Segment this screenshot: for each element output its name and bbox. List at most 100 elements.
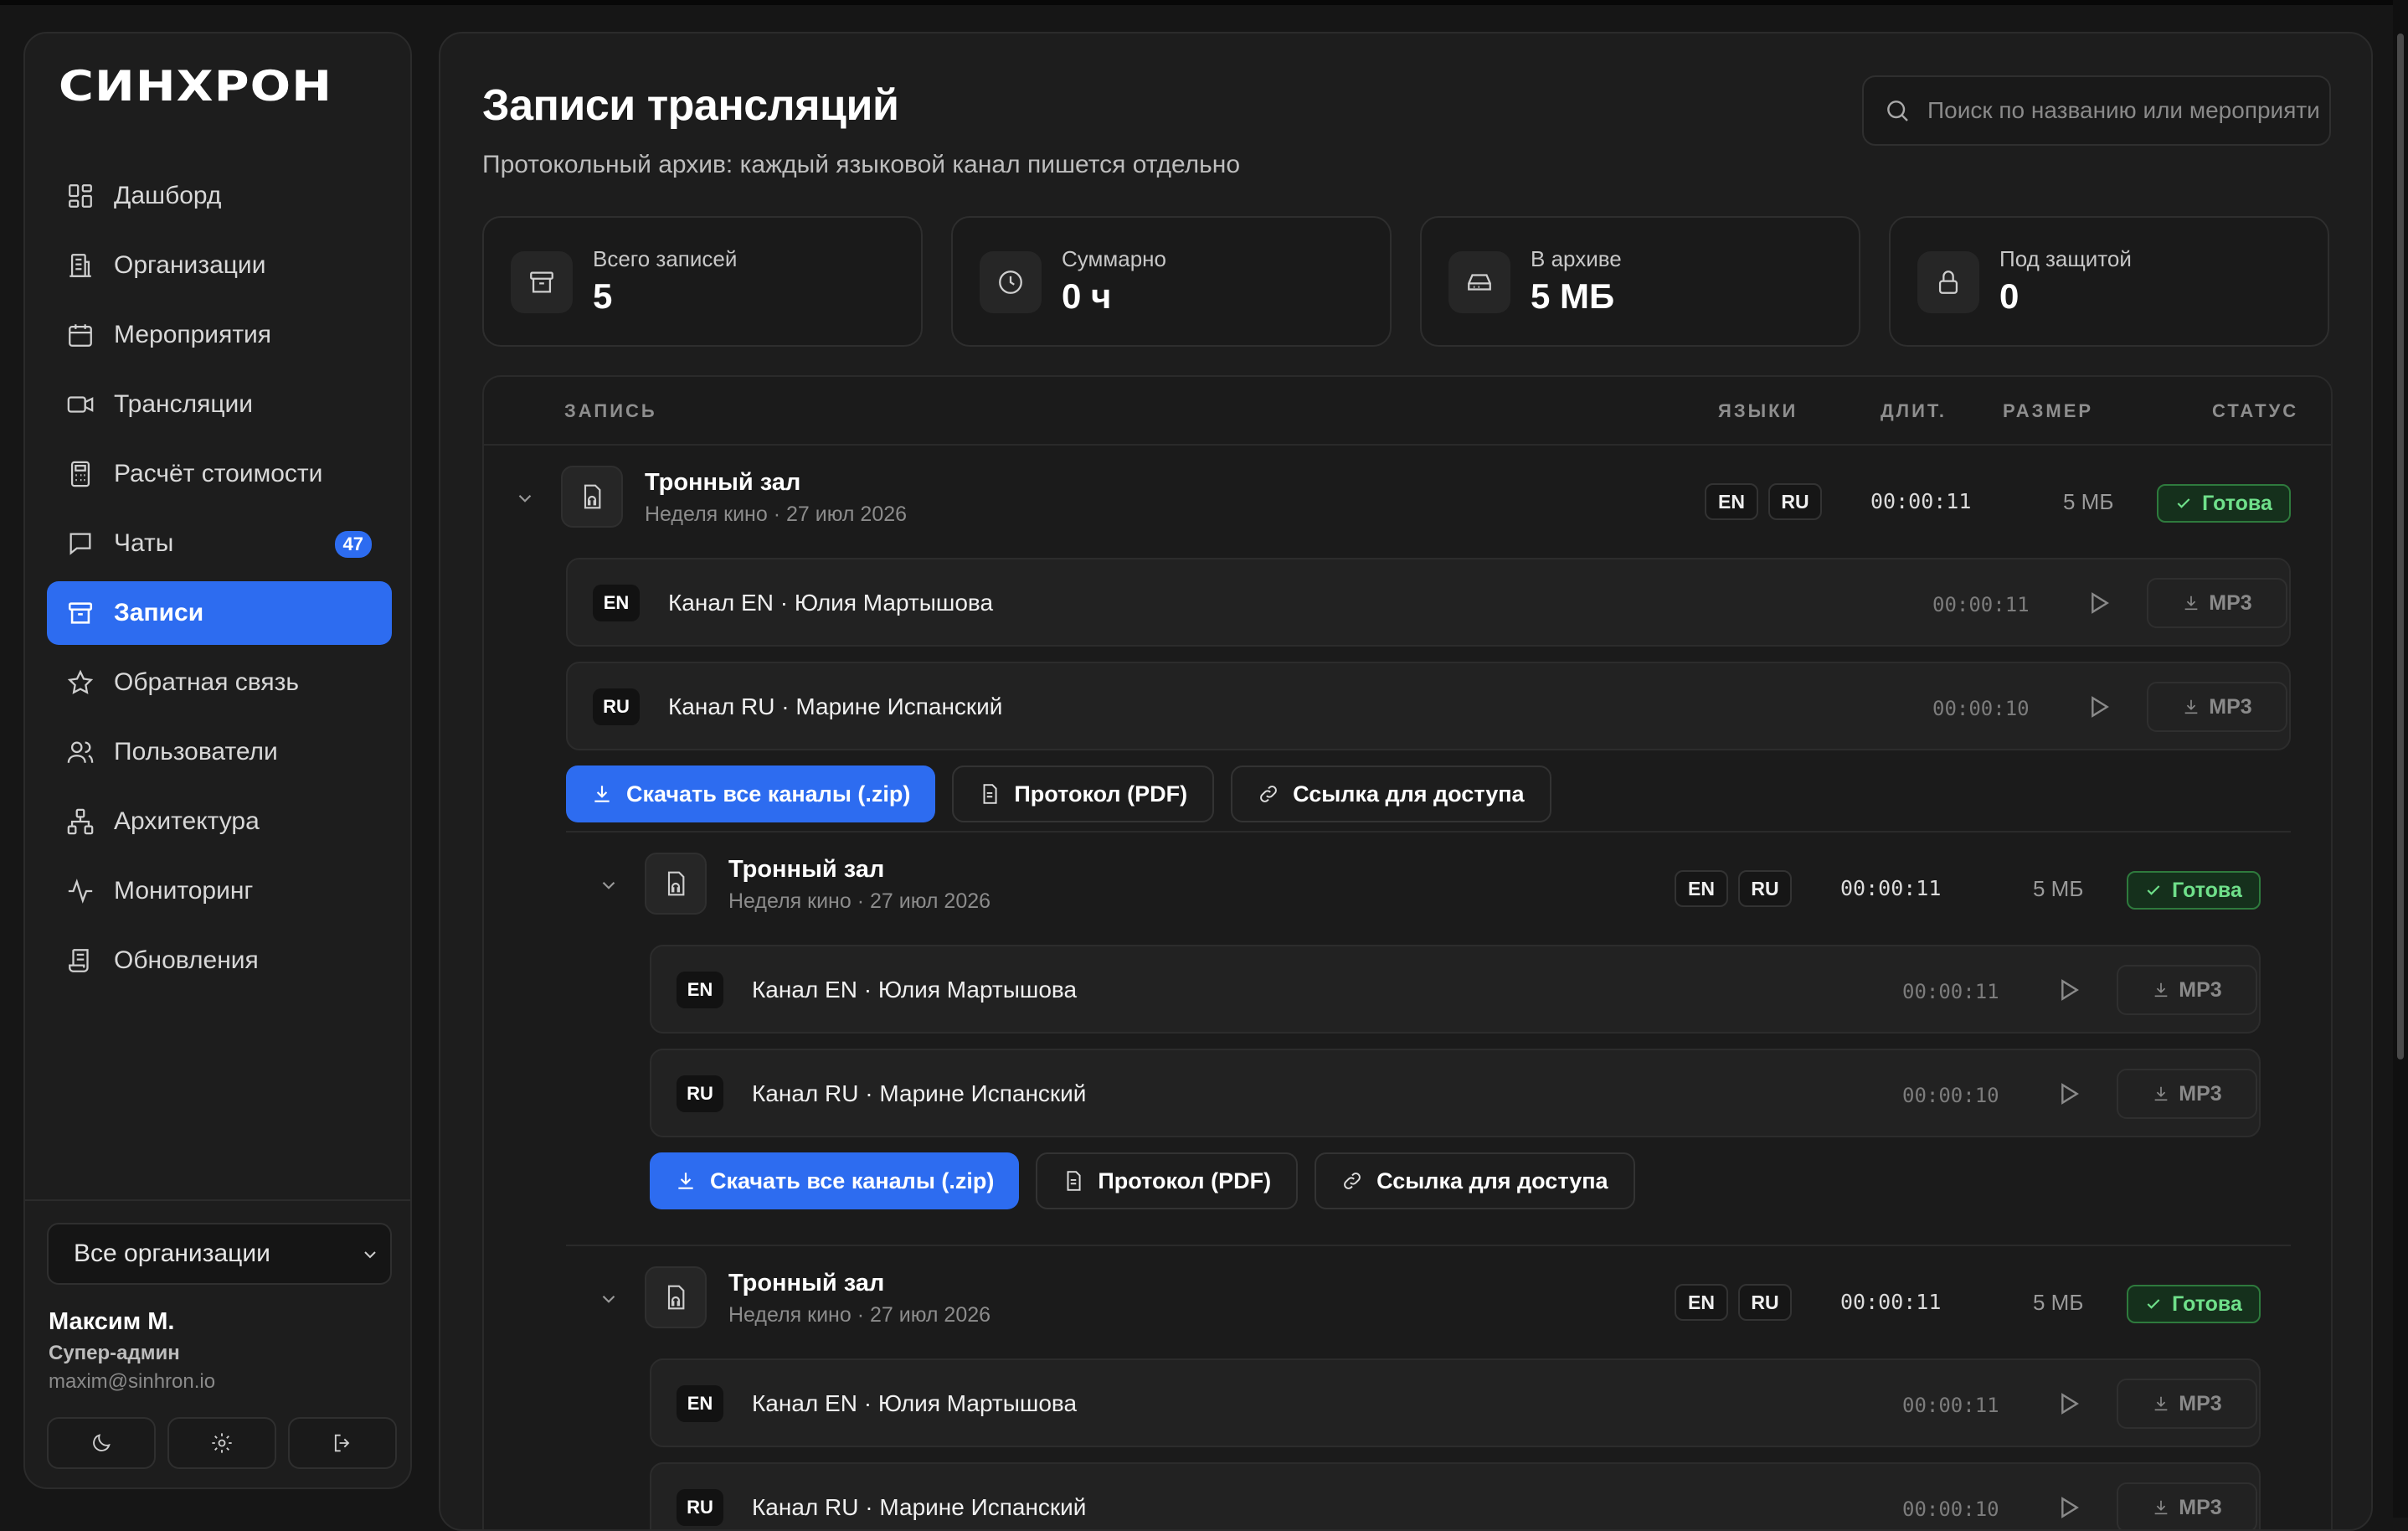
calendar-icon [65, 320, 95, 350]
theme-toggle-button[interactable] [47, 1417, 156, 1469]
sidebar-item-organizations[interactable]: Организации [47, 234, 392, 297]
audio-file-icon [561, 466, 623, 528]
language-badge: RU [1738, 870, 1792, 907]
download-mp3-button[interactable]: MP3 [2117, 965, 2257, 1015]
protocol-pdf-button[interactable]: Протокол (PDF) [1036, 1152, 1299, 1209]
chevron-down-icon [364, 1251, 376, 1259]
status-badge: Готова [2127, 1285, 2261, 1323]
sidebar-item-events[interactable]: Мероприятия [47, 303, 392, 367]
sidebar-item-chats[interactable]: Чаты 47 [47, 512, 392, 575]
sidebar-item-updates[interactable]: Обновления [47, 929, 392, 992]
record-duration: 00:00:11 [1870, 489, 1972, 513]
record-size: 5 МБ [2033, 1290, 2084, 1315]
table-header: ЗАПИСЬ ЯЗЫКИ ДЛИТ. РАЗМЕР СТАТУС [484, 377, 2331, 446]
channel-row: RU Канал RU · Марине Испанский 00:00:10 … [566, 662, 2291, 750]
sidebar-item-label: Мероприятия [114, 321, 272, 348]
download-icon [2184, 699, 2198, 714]
download-all-button[interactable]: Скачать все каналы (.zip) [566, 766, 936, 822]
channel-duration: 00:00:10 [1932, 697, 2030, 720]
play-icon[interactable] [2085, 590, 2112, 616]
vertical-scrollbar[interactable] [2393, 0, 2408, 1518]
sidebar-divider [25, 1199, 410, 1201]
play-icon[interactable] [2055, 1080, 2081, 1107]
video-icon [65, 389, 95, 420]
user-name: Максим М. [49, 1308, 175, 1335]
download-mp3-button[interactable]: MP3 [2147, 578, 2287, 628]
record-header[interactable]: Тронный зал Неделя кино · 27 июл 2026 EN… [514, 456, 2291, 539]
sidebar-actions [47, 1417, 397, 1469]
logout-button[interactable] [288, 1417, 397, 1469]
channel-name: Канал EN · Юлия Мартышова [752, 977, 1078, 1003]
sidebar: СИНХРОН Дашборд Организации Мероприятия … [23, 32, 412, 1489]
download-all-button[interactable]: Скачать все каналы (.zip) [650, 1152, 1020, 1209]
stat-label: В архиве [1531, 246, 1622, 271]
record-title: Тронный зал [728, 1270, 885, 1296]
record-row: Тронный зал Неделя кино · 27 июл 2026 EN… [598, 1256, 2261, 1529]
play-icon[interactable] [2055, 1494, 2081, 1521]
pulse-icon [65, 876, 95, 906]
search-box[interactable] [1862, 75, 2331, 146]
search-input[interactable] [1927, 97, 2321, 124]
sidebar-item-label: Мониторинг [114, 877, 254, 905]
sidebar-item-label: Дашборд [114, 182, 222, 209]
sidebar-item-architecture[interactable]: Архитектура [47, 790, 392, 853]
record-divider [566, 1245, 2291, 1246]
download-icon [678, 1173, 693, 1189]
share-link-button[interactable]: Ссылка для доступа [1315, 1152, 1635, 1209]
chevron-down-icon[interactable] [598, 874, 620, 896]
record-header[interactable]: Тронный зал Неделя кино · 27 июл 2026 EN… [598, 1256, 2261, 1340]
sidebar-item-broadcasts[interactable]: Трансляции [47, 373, 392, 436]
sidebar-item-dashboard[interactable]: Дашборд [47, 164, 392, 228]
record-title: Тронный зал [645, 469, 801, 496]
language-badge: EN [1675, 1284, 1728, 1321]
sidebar-item-label: Расчёт стоимости [114, 460, 323, 487]
chevron-down-icon[interactable] [598, 1288, 620, 1310]
sidebar-item-recordings[interactable]: Записи [47, 581, 392, 645]
column-size: РАЗМЕР [2003, 400, 2094, 421]
play-icon[interactable] [2055, 1390, 2081, 1417]
clock-icon [980, 251, 1042, 313]
sidebar-item-monitoring[interactable]: Мониторинг [47, 859, 392, 923]
sidebar-item-label: Трансляции [114, 390, 254, 418]
channel-row: EN Канал EN · Юлия Мартышова 00:00:11 MP… [566, 558, 2291, 647]
protocol-pdf-button[interactable]: Протокол (PDF) [952, 766, 1215, 822]
stat-label: Суммарно [1062, 246, 1166, 271]
sidebar-item-cost-calculator[interactable]: Расчёт стоимости [47, 442, 392, 506]
main-panel: Записи трансляций Протокольный архив: ка… [439, 32, 2373, 1531]
sidebar-nav: Дашборд Организации Мероприятия Трансляц… [47, 164, 392, 998]
app-logo: СИНХРОН [59, 62, 333, 111]
settings-button[interactable] [167, 1417, 276, 1469]
download-mp3-button[interactable]: MP3 [2117, 1482, 2257, 1529]
channel-row: EN Канал EN · Юлия Мартышова 00:00:11 MP… [650, 945, 2261, 1034]
download-icon [2154, 982, 2168, 997]
window-top-edge [0, 0, 2408, 5]
stat-label: Под защитой [1999, 246, 2132, 271]
organization-select[interactable]: Все организации [47, 1223, 392, 1285]
download-mp3-button[interactable]: MP3 [2117, 1379, 2257, 1429]
stat-card-protected: Под защитой 0 [1889, 216, 2329, 347]
channel-language-tag: RU [677, 1489, 723, 1526]
record-duration: 00:00:11 [1840, 876, 1942, 900]
record-header[interactable]: Тронный зал Неделя кино · 27 июл 2026 EN… [598, 843, 2261, 926]
sidebar-item-users[interactable]: Пользователи [47, 720, 392, 784]
share-link-button[interactable]: Ссылка для доступа [1231, 766, 1551, 822]
language-badge: EN [1705, 483, 1758, 520]
user-role: Супер-админ [49, 1342, 180, 1364]
scrollbar-thumb[interactable] [2397, 34, 2404, 1059]
sidebar-item-feedback[interactable]: Обратная связь [47, 651, 392, 714]
stat-value: 5 [593, 276, 613, 316]
download-mp3-button[interactable]: MP3 [2147, 682, 2287, 732]
chevron-down-icon[interactable] [514, 487, 536, 509]
channel-language-tag: EN [677, 1385, 723, 1422]
record-size: 5 МБ [2033, 876, 2084, 901]
record-meta: Неделя кино · 27 июл 2026 [728, 889, 991, 913]
channel-name: Канал EN · Юлия Мартышова [668, 590, 994, 616]
record-meta: Неделя кино · 27 июл 2026 [645, 503, 908, 526]
building-icon [65, 250, 95, 281]
play-icon[interactable] [2055, 977, 2081, 1003]
lock-icon [1917, 251, 1979, 313]
download-mp3-button[interactable]: MP3 [2117, 1069, 2257, 1119]
record-row: Тронный зал Неделя кино · 27 июл 2026 EN… [598, 843, 2261, 1209]
record-meta: Неделя кино · 27 июл 2026 [728, 1303, 991, 1327]
play-icon[interactable] [2085, 693, 2112, 720]
